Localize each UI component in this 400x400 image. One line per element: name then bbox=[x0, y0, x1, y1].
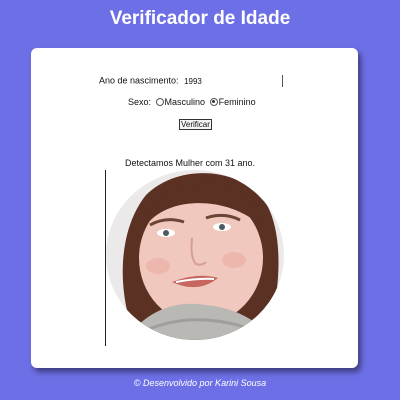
radio-feminino-label: Feminino bbox=[218, 97, 256, 107]
birth-year-label: Ano de nascimento: bbox=[99, 75, 179, 86]
radio-masculino-label: Masculino bbox=[164, 97, 206, 107]
verify-button[interactable]: Verificar bbox=[179, 119, 212, 130]
sex-row: Sexo: Masculino Feminino bbox=[128, 97, 256, 107]
result-photo bbox=[106, 170, 284, 340]
footer-credit: © Desenvolvido por Karini Sousa bbox=[133, 378, 267, 388]
radio-masculino[interactable] bbox=[155, 97, 164, 106]
page-title: Verificador de Idade bbox=[109, 8, 291, 29]
result-text: Detectamos Mulher com 31 ano. bbox=[125, 158, 256, 168]
main-card: Ano de nascimento: Sexo: Masculino Femin… bbox=[31, 48, 358, 368]
sex-label: Sexo: bbox=[128, 97, 152, 107]
radio-feminino[interactable] bbox=[209, 97, 218, 106]
birth-year-row: Ano de nascimento: bbox=[99, 75, 284, 87]
birth-year-input[interactable] bbox=[184, 75, 284, 87]
